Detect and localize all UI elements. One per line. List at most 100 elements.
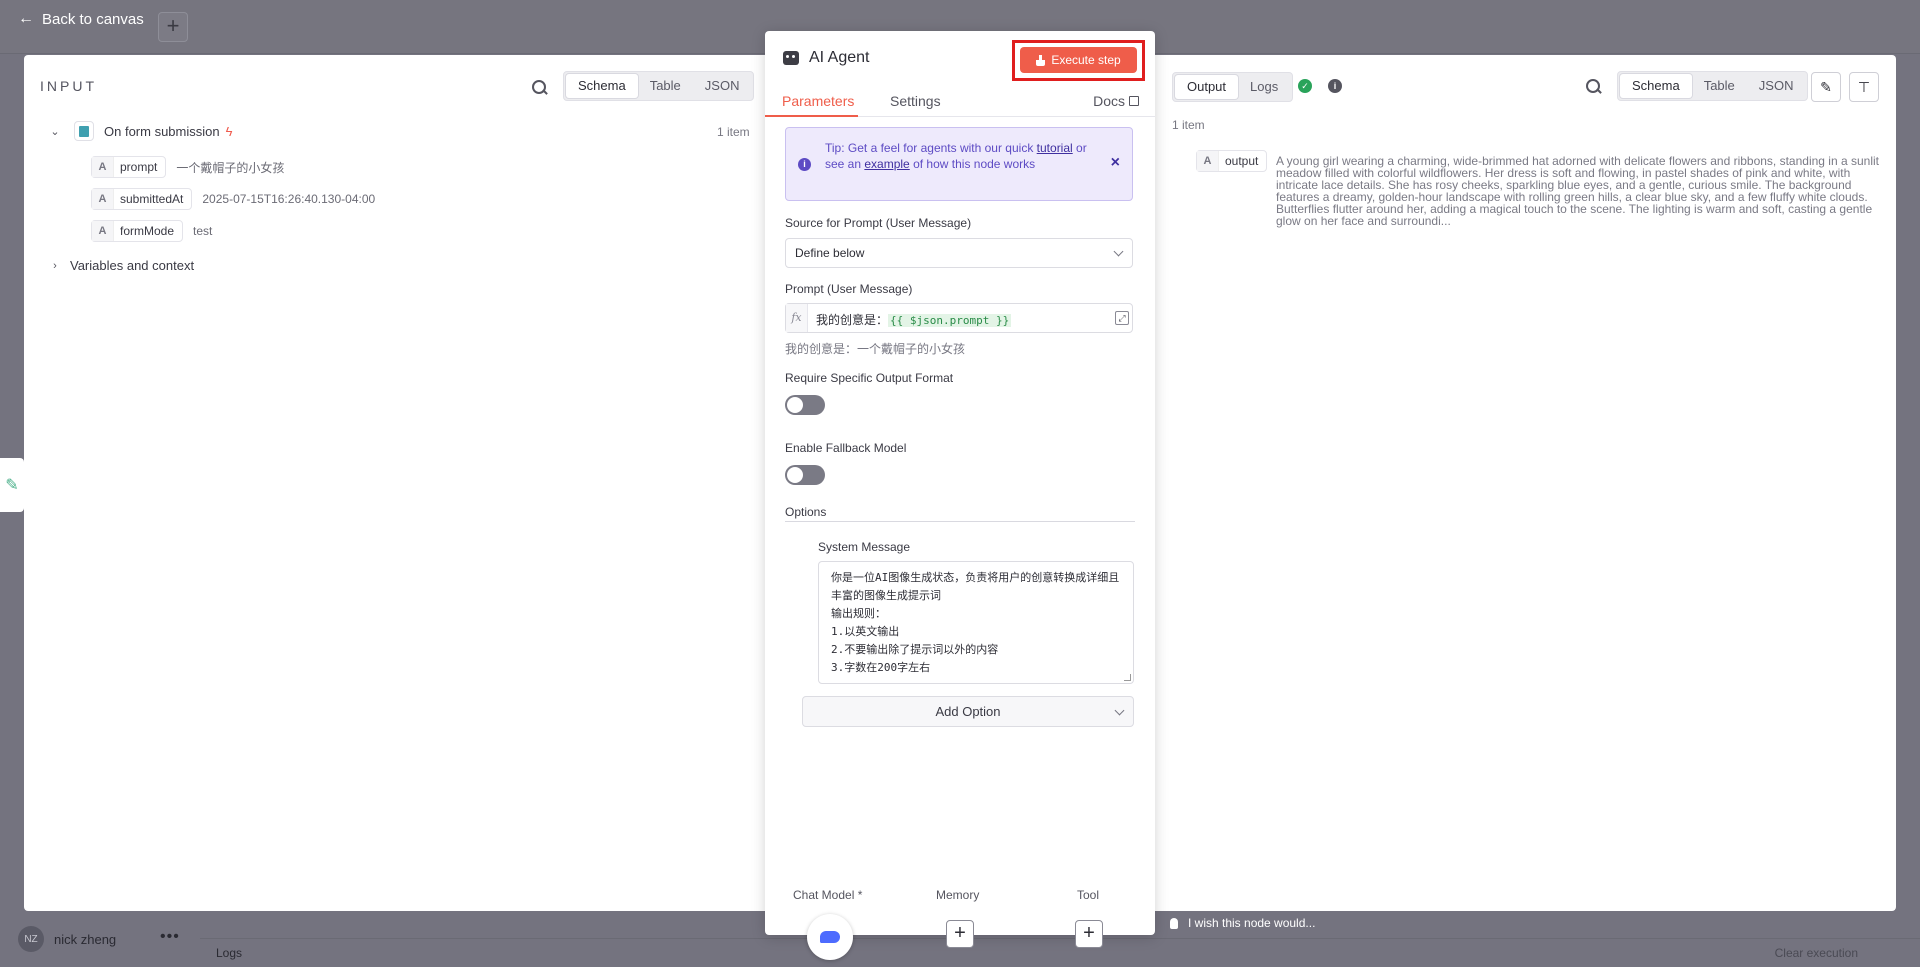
tool-label: Tool (1077, 888, 1100, 902)
chat-model-node[interactable] (807, 914, 853, 960)
deepseek-icon (820, 931, 840, 943)
docs-link[interactable]: Docs (1093, 93, 1139, 109)
tree-node-form-submission[interactable]: ⌄ On form submission ϟ (48, 121, 232, 141)
output-field[interactable]: Aoutput (1196, 150, 1268, 172)
source-value: Define below (795, 246, 865, 260)
system-message-text: 你是一位AI图像生成状态，负责将用户的创意转换成详细且丰富的图像生成提示词 输出… (831, 571, 1120, 674)
output-view-schema[interactable]: Schema (1620, 74, 1692, 98)
input-title: INPUT (40, 78, 97, 94)
trigger-bolt-icon: ϟ (225, 123, 233, 139)
system-message-textarea[interactable]: 你是一位AI图像生成状态，负责将用户的创意转换成详细且丰富的图像生成提示词 输出… (818, 561, 1134, 684)
tab-output[interactable]: Output (1175, 75, 1239, 99)
schema-field[interactable]: AformMode test (91, 220, 212, 242)
arrow-left-icon: ← (18, 10, 34, 27)
search-icon[interactable] (1585, 78, 1603, 96)
example-link[interactable]: example (864, 157, 909, 171)
add-tool-button[interactable]: + (1075, 920, 1103, 948)
system-message-label: System Message (818, 540, 911, 554)
prompt-label: Prompt (User Message) (785, 282, 913, 296)
chat-model-label: Chat Model * (793, 888, 863, 902)
pin-data-button[interactable]: ⊤ (1849, 72, 1879, 102)
info-icon: i (798, 158, 811, 171)
node-tabs: Parameters Settings Docs (765, 87, 1155, 117)
robot-icon (783, 51, 799, 65)
node-title-text: AI Agent (809, 49, 870, 66)
side-panel-toggle-icon[interactable]: ✎ (0, 458, 24, 512)
node-parameters-panel: AI Agent Execute step Parameters Setting… (765, 31, 1155, 960)
options-label: Options (785, 505, 827, 519)
output-item-count: 1 item (1172, 118, 1205, 132)
string-type-icon: A (92, 157, 114, 177)
input-panel: INPUT Schema Table JSON ⌄ On form submis… (24, 55, 765, 911)
add-option-button[interactable]: Add Option (802, 696, 1134, 727)
flask-icon (1036, 54, 1046, 66)
variables-and-context-toggle[interactable]: › Variables and context (48, 258, 194, 273)
execute-step-button[interactable]: Execute step (1020, 47, 1137, 73)
field-value: 一个戴帽子的小女孩 (176, 160, 285, 175)
search-icon[interactable] (531, 79, 549, 97)
output-tabs: Output Logs (1172, 72, 1294, 102)
node-title: AI Agent (783, 49, 870, 67)
execute-highlight: Execute step (1012, 40, 1145, 81)
prompt-expression-input[interactable]: fx 我的创意是：{{ $json.prompt }} ⤢ (785, 303, 1133, 333)
add-node-button[interactable]: + (158, 12, 188, 42)
schema-field[interactable]: AsubmittedAt 2025-07-15T16:26:40.130-04:… (91, 188, 375, 210)
edit-output-button[interactable]: ✎ (1811, 72, 1841, 102)
success-check-icon: ✓ (1298, 79, 1312, 93)
field-value: test (193, 224, 213, 238)
schema-field[interactable]: Aprompt 一个戴帽子的小女孩 (91, 156, 284, 178)
input-item-count: 1 item (717, 125, 750, 139)
field-name: submittedAt (120, 192, 184, 206)
expand-icon[interactable]: ⤢ (1115, 311, 1129, 325)
tab-parameters[interactable]: Parameters (782, 93, 854, 109)
prompt-preview: 我的创意是：一个戴帽子的小女孩 (785, 342, 966, 356)
field-name: formMode (120, 224, 175, 238)
tip-prefix: Tip: Get a feel for agents with our quic… (825, 141, 1034, 155)
output-field-value: A young girl wearing a charming, wide-br… (1276, 154, 1879, 228)
fx-icon: fx (786, 304, 808, 332)
feedback-link[interactable]: I wish this node would... (1170, 916, 1315, 930)
tutorial-link[interactable]: tutorial (1037, 141, 1073, 155)
chevron-right-icon: › (53, 259, 57, 272)
output-view-table[interactable]: Table (1692, 74, 1747, 98)
source-select[interactable]: Define below (785, 238, 1133, 268)
string-type-icon: A (1197, 151, 1219, 171)
pencil-icon: ✎ (1820, 79, 1832, 95)
memory-label: Memory (936, 888, 980, 902)
clear-execution-button[interactable]: Clear execution (1775, 946, 1858, 960)
output-format-label: Require Specific Output Format (785, 371, 954, 385)
tab-logs[interactable]: Logs (1238, 75, 1290, 99)
prompt-expression: 我的创意是：{{ $json.prompt }} (816, 311, 1012, 328)
fallback-label: Enable Fallback Model (785, 441, 907, 455)
back-to-canvas-button[interactable]: ← Back to canvas (18, 10, 144, 28)
add-memory-button[interactable]: + (946, 920, 974, 948)
docs-label: Docs (1093, 93, 1125, 109)
fallback-toggle[interactable] (785, 465, 825, 485)
resize-handle[interactable] (1124, 674, 1131, 681)
close-icon[interactable]: × (1111, 154, 1120, 172)
lightbulb-icon (1170, 917, 1178, 929)
source-label: Source for Prompt (User Message) (785, 216, 972, 230)
chevron-down-icon (1114, 705, 1125, 716)
tip-text: Tip: Get a feel for agents with our quic… (825, 140, 1095, 172)
user-menu[interactable]: NZ nick zheng (18, 926, 116, 952)
output-field-name: output (1225, 154, 1259, 168)
tab-settings[interactable]: Settings (890, 93, 941, 109)
output-view-json[interactable]: JSON (1747, 74, 1806, 98)
input-view-json[interactable]: JSON (693, 74, 752, 98)
back-to-canvas-label: Back to canvas (42, 10, 144, 28)
input-view-table[interactable]: Table (638, 74, 693, 98)
prompt-expression-code: {{ $json.prompt }} (888, 314, 1012, 327)
input-view-schema[interactable]: Schema (566, 74, 638, 98)
chevron-down-icon: ⌄ (50, 125, 60, 138)
output-format-toggle[interactable] (785, 395, 825, 415)
more-icon[interactable]: ••• (160, 928, 180, 946)
info-icon[interactable]: i (1328, 79, 1342, 93)
chevron-down-icon (1113, 246, 1124, 257)
logs-bar: Logs Clear execution (200, 938, 1920, 967)
logs-label[interactable]: Logs (216, 946, 242, 960)
pin-icon: ⊤ (1857, 79, 1871, 95)
input-view-switcher: Schema Table JSON (563, 71, 755, 101)
execute-step-label: Execute step (1051, 53, 1121, 67)
user-name: nick zheng (54, 931, 117, 947)
